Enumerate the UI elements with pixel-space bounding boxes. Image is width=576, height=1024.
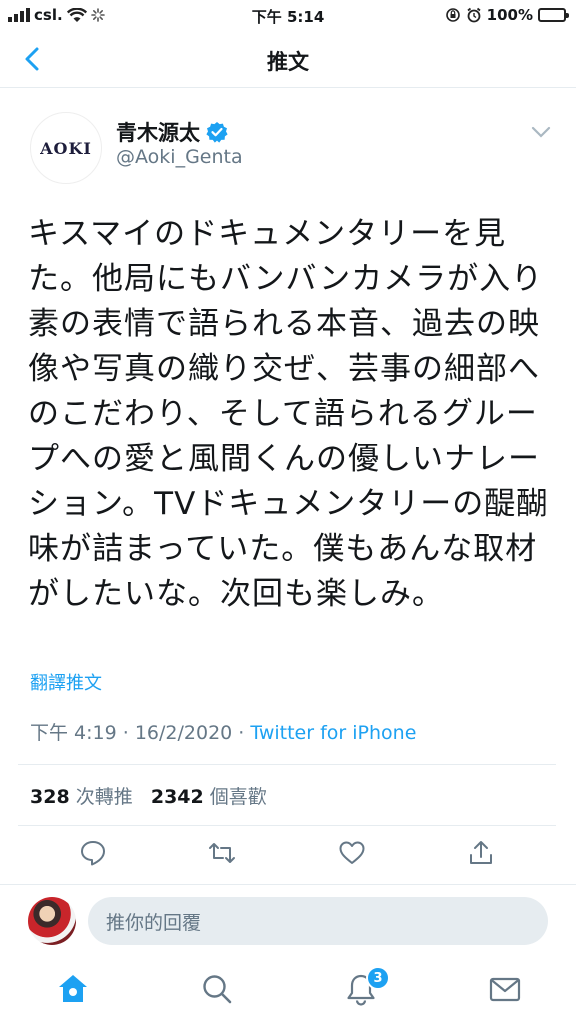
author-name-row[interactable]: 青木源太 — [116, 117, 228, 147]
like-heart-icon[interactable] — [337, 838, 367, 868]
battery-icon — [538, 8, 569, 22]
share-icon[interactable] — [466, 838, 496, 868]
like-count-link[interactable]: 2342 個喜歡 — [151, 786, 267, 808]
tweet-actions — [0, 838, 576, 874]
author-name: 青木源太 — [116, 121, 200, 145]
verified-badge-icon — [206, 122, 228, 143]
retweet-label: 次轉推 — [69, 786, 133, 808]
avatar-logo-text: AOKI — [40, 138, 92, 158]
page-title: 推文 — [267, 50, 309, 74]
current-user-avatar[interactable] — [28, 897, 76, 945]
reply-input[interactable]: 推你的回覆 — [88, 897, 548, 945]
tweet-timestamp: 下午 4:19 · 16/2/2020 · — [30, 722, 251, 744]
reply-bar: 推你的回覆 — [0, 884, 576, 956]
retweet-count-link[interactable]: 328 次轉推 — [30, 786, 133, 808]
chevron-down-icon[interactable] — [530, 124, 552, 140]
battery-percent: 100% — [486, 6, 533, 24]
translate-tweet-link[interactable]: 翻譯推文 — [30, 669, 102, 695]
orientation-lock-icon — [445, 8, 460, 22]
reply-icon[interactable] — [78, 838, 108, 868]
search-icon[interactable] — [200, 972, 234, 1006]
tab-bar — [0, 956, 576, 1024]
retweet-count: 328 — [30, 786, 70, 808]
like-count: 2342 — [150, 786, 204, 808]
notifications-badge: 3 — [366, 966, 390, 990]
status-bar: csl. 下午 5:14 100% — [0, 0, 576, 30]
tweet-source-link[interactable]: Twitter for iPhone — [250, 722, 416, 744]
tweet-text: キスマイのドキュメンタリーを見た。他局にもバンバンカメラが入り素の表情で語られる… — [28, 216, 549, 612]
home-icon[interactable] — [56, 972, 90, 1006]
divider — [18, 825, 556, 826]
author-avatar[interactable]: AOKI — [30, 112, 102, 184]
tweet-meta: 下午 4:19 · 16/2/2020 · Twitter for iPhone — [30, 718, 416, 745]
status-right: 100% — [445, 6, 569, 24]
author-handle[interactable]: @Aoki_Genta — [116, 146, 243, 168]
divider — [18, 764, 556, 765]
alarm-icon — [467, 7, 481, 23]
nav-header: 推文 — [0, 30, 576, 88]
messages-envelope-icon[interactable] — [488, 972, 522, 1006]
tweet-stats: 328 次轉推 2342 個喜歡 — [30, 782, 267, 809]
retweet-icon[interactable] — [207, 838, 237, 868]
like-label: 個喜歡 — [203, 786, 267, 808]
